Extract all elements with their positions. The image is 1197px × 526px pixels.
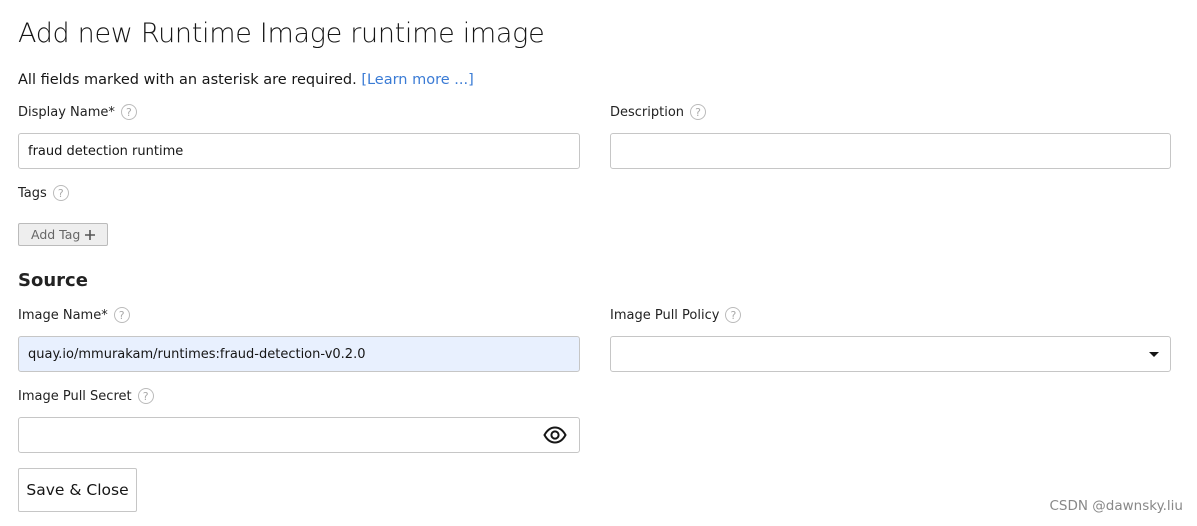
help-icon[interactable]: ?	[725, 307, 742, 323]
tags-label: Tags?	[18, 185, 69, 201]
image-pull-secret-input[interactable]	[18, 417, 580, 453]
help-icon[interactable]: ?	[137, 388, 154, 404]
plus-icon	[85, 229, 96, 240]
help-icon[interactable]: ?	[120, 104, 137, 120]
required-fields-note: All fields marked with an asterisk are r…	[18, 72, 474, 88]
learn-more-link[interactable]: [Learn more ...]	[361, 72, 473, 88]
help-icon[interactable]: ?	[113, 307, 130, 323]
add-tag-label: Add Tag	[31, 227, 81, 242]
caret-down-icon	[1149, 352, 1159, 357]
display-name-label: Display Name*?	[18, 104, 137, 120]
help-icon[interactable]: ?	[52, 185, 69, 201]
eye-icon[interactable]	[543, 426, 567, 444]
help-icon[interactable]: ?	[690, 104, 707, 120]
watermark: CSDN @dawnsky.liu	[1049, 498, 1183, 514]
display-name-label-text: Display Name*	[18, 104, 115, 120]
image-name-label-text: Image Name*	[18, 307, 108, 323]
add-tag-button[interactable]: Add Tag	[18, 223, 109, 246]
image-pull-secret-label-text: Image Pull Secret	[18, 388, 132, 404]
source-heading: Source	[18, 270, 88, 291]
image-pull-secret-label: Image Pull Secret?	[18, 388, 154, 404]
description-label-text: Description	[610, 104, 685, 120]
image-pull-policy-label: Image Pull Policy?	[610, 307, 742, 323]
description-input[interactable]	[610, 133, 1171, 169]
page-title: Add new Runtime Image runtime image	[18, 18, 545, 49]
display-name-input[interactable]: fraud detection runtime	[18, 133, 580, 169]
image-pull-policy-label-text: Image Pull Policy	[610, 307, 720, 323]
intro-text: All fields marked with an asterisk are r…	[18, 72, 357, 88]
image-name-label: Image Name*?	[18, 307, 130, 323]
image-pull-policy-select[interactable]	[610, 336, 1171, 372]
tags-label-text: Tags	[18, 185, 47, 201]
description-label: Description?	[610, 104, 707, 120]
image-name-input[interactable]: quay.io/mmurakam/runtimes:fraud-detectio…	[18, 336, 580, 372]
save-close-button[interactable]: Save & Close	[18, 468, 137, 512]
